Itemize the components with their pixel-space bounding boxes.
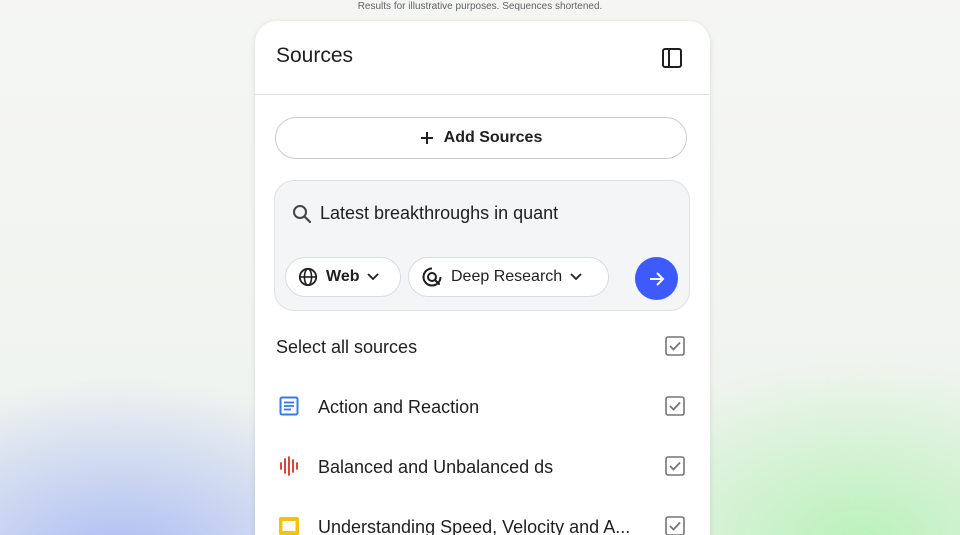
source-label: Action and Reaction: [318, 397, 480, 417]
chevron-down-icon: [367, 273, 380, 281]
chevron-down-icon: [570, 273, 582, 281]
search-icon: [293, 205, 312, 224]
source-row[interactable]: Balanced and Unbalanced ds: [255, 446, 710, 486]
sidebar-toggle-button[interactable]: [657, 43, 687, 73]
arrow-right-icon: [649, 271, 664, 286]
sources-panel: Sources Add Sources Web: [255, 21, 710, 535]
source-row[interactable]: Action and Reaction: [255, 386, 710, 426]
deep-research-chip-label: Deep Research: [451, 268, 563, 285]
search-input[interactable]: [320, 199, 640, 227]
document-icon: [277, 394, 301, 418]
select-all-row: Select all sources: [255, 326, 710, 366]
web-source-dropdown[interactable]: Web: [285, 257, 401, 297]
disclaimer-text: Results for illustrative purposes. Seque…: [357, 1, 603, 12]
panel-title: Sources: [276, 44, 354, 67]
select-all-checkbox[interactable]: [665, 336, 685, 356]
slides-icon: [277, 514, 301, 535]
plus-icon: [420, 132, 433, 144]
web-chip-label: Web: [326, 268, 360, 285]
source-row[interactable]: Understanding Speed, Velocity and A...: [255, 506, 710, 535]
audio-waveform-icon: [277, 454, 301, 478]
source-checkbox[interactable]: [665, 516, 685, 535]
source-label: Balanced and Unbalanced ds: [318, 457, 554, 477]
globe-icon: [298, 267, 318, 287]
submit-search-button[interactable]: [635, 257, 678, 300]
source-checkbox[interactable]: [665, 396, 685, 416]
select-all-label: Select all sources: [276, 337, 418, 357]
sidebar-toggle-icon: [662, 48, 682, 68]
deep-research-dropdown[interactable]: Deep Research: [408, 257, 609, 297]
search-box: Web Deep Research: [274, 180, 690, 311]
source-checkbox[interactable]: [665, 456, 685, 476]
source-label: Understanding Speed, Velocity and A...: [318, 517, 631, 535]
deep-research-icon: [422, 267, 442, 287]
add-sources-button[interactable]: Add Sources: [275, 117, 687, 159]
panel-header: Sources: [255, 21, 710, 95]
add-sources-label: Add Sources: [443, 129, 543, 146]
